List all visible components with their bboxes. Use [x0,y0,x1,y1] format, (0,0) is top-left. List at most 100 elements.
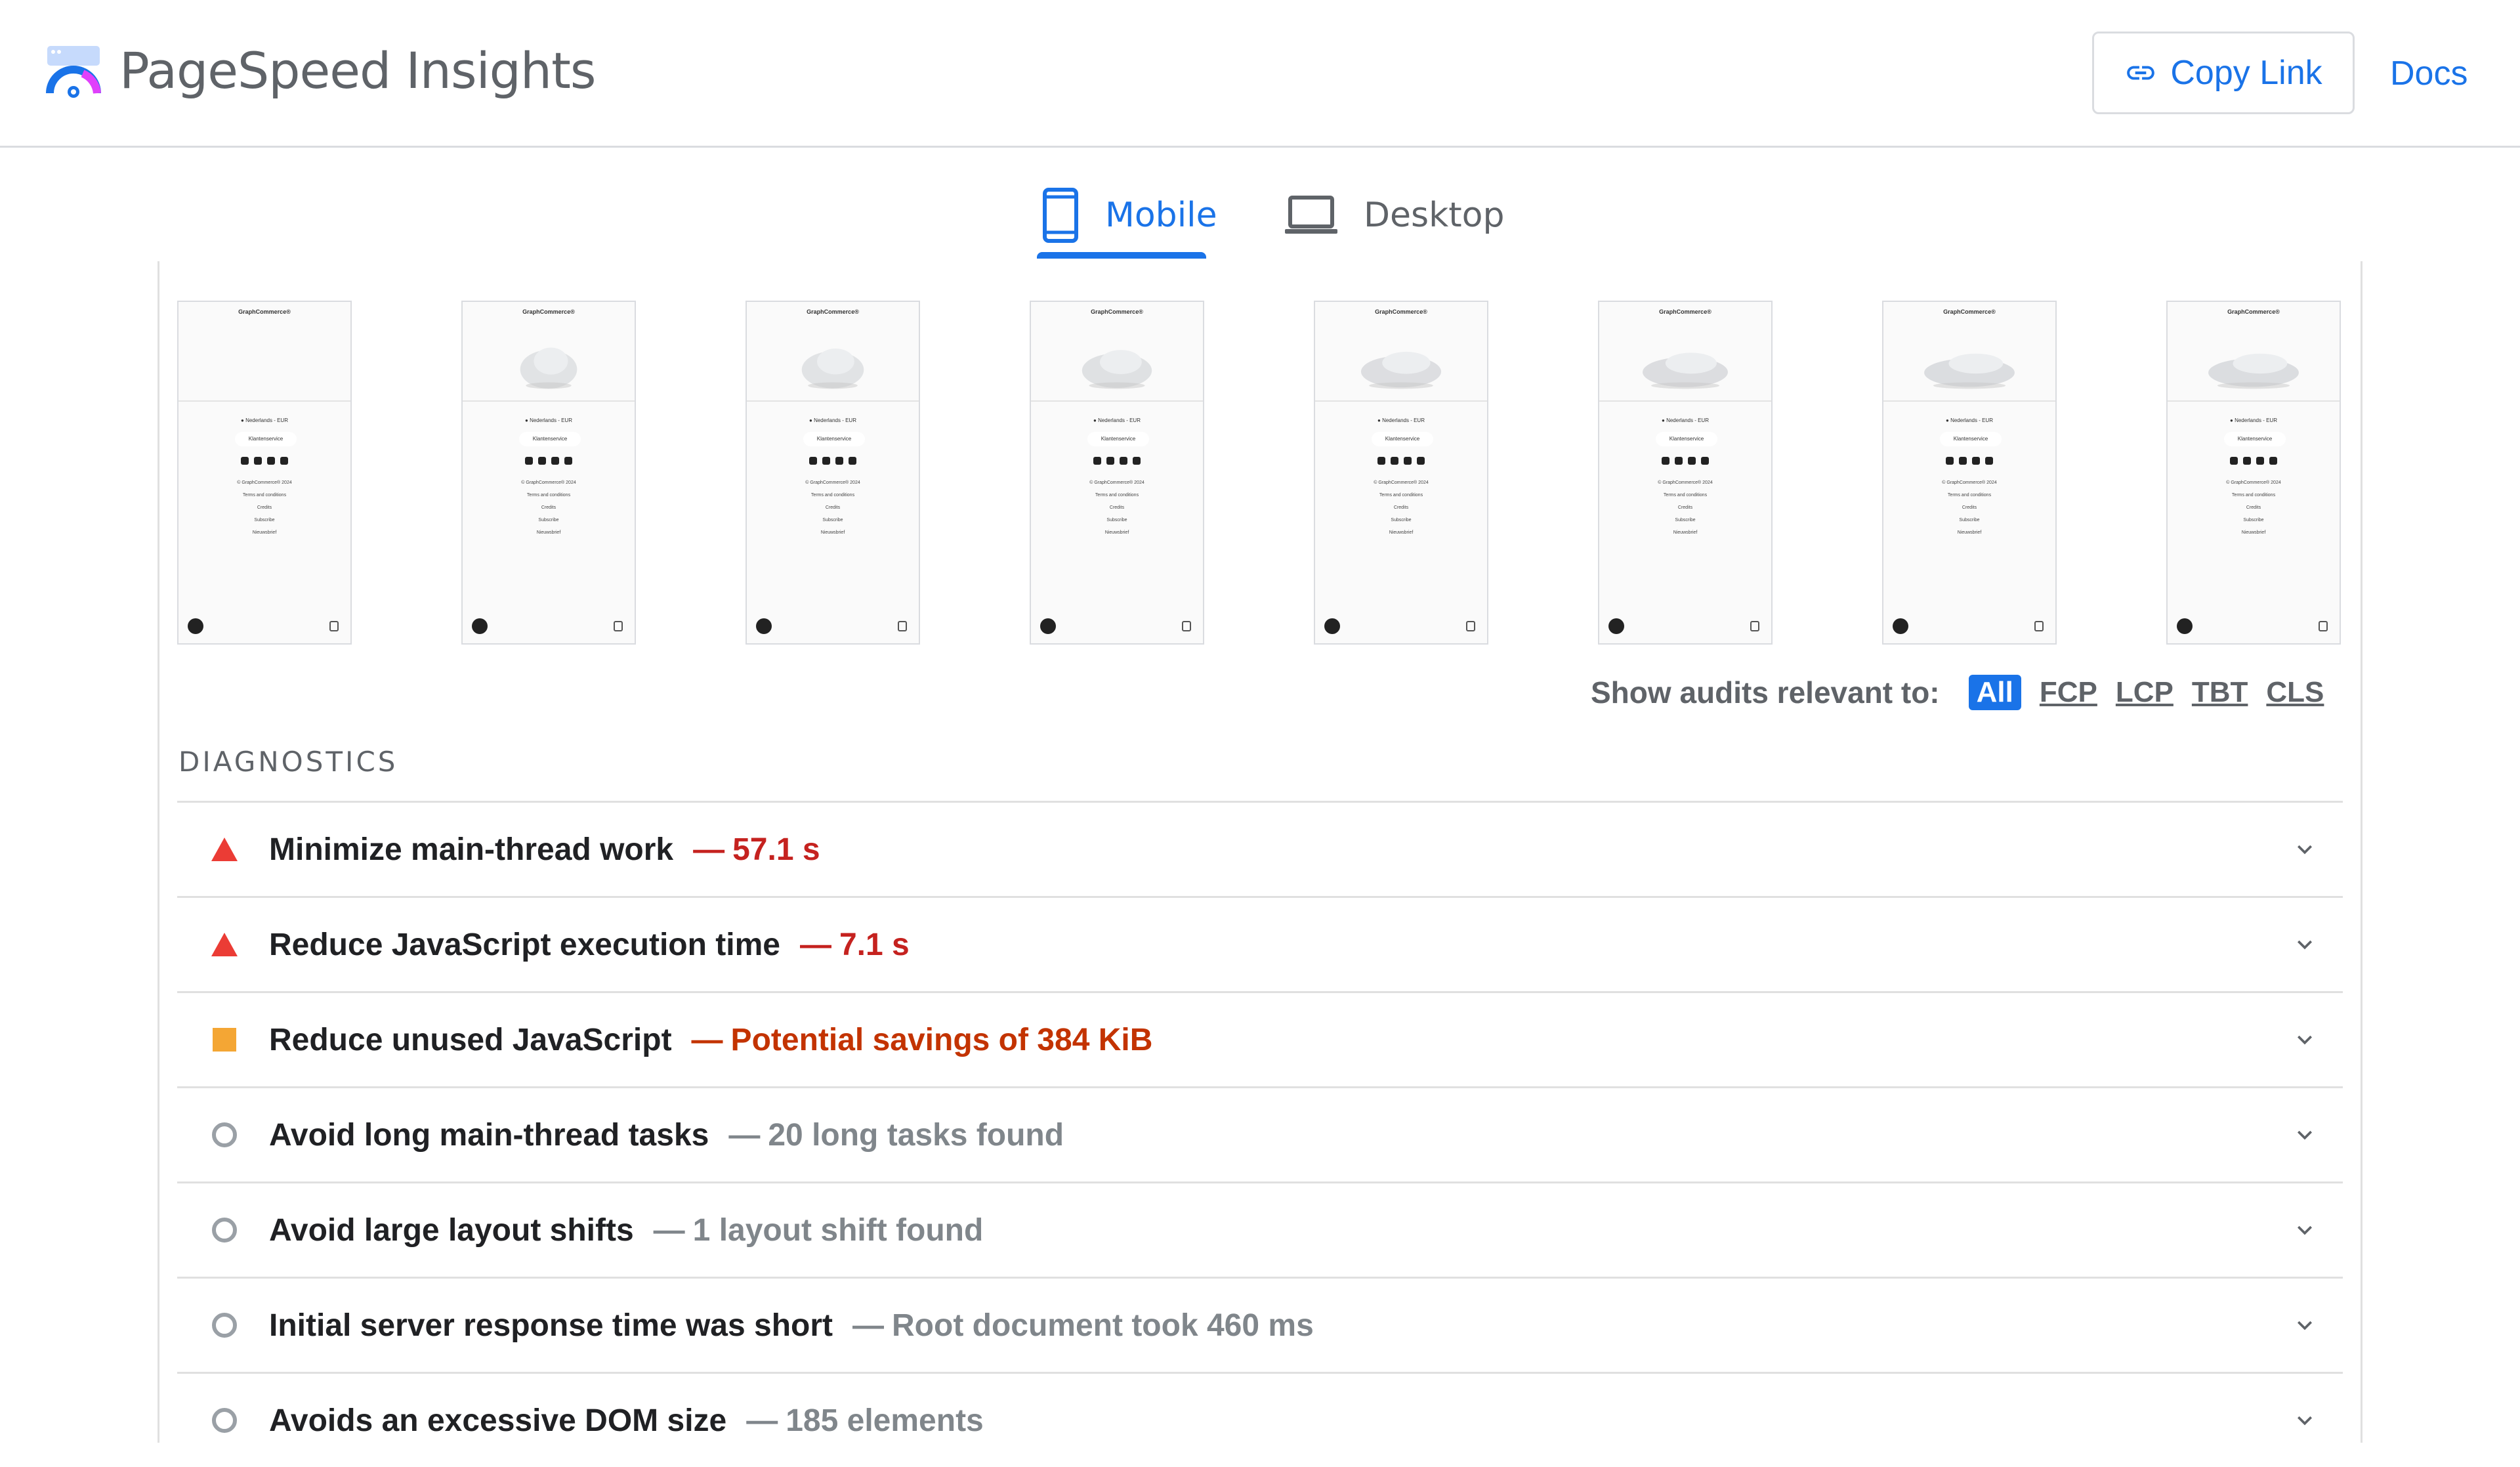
frame-language: ● Nederlands - EUR [1377,417,1425,423]
audit-value: 7.1 s [839,927,910,962]
audit-row[interactable]: Avoids an excessive DOM size —185 element… [177,1372,2343,1467]
audit-text: Avoids an excessive DOM size —185 element… [269,1403,984,1439]
copy-link-label: Copy Link [2170,54,2322,92]
frame-service-pill: Klantenservice [2224,432,2286,446]
frame-footer-links: © GraphCommerce® 2024 Terms and condition… [1089,480,1144,535]
tab-desktop[interactable]: Desktop [1285,176,1504,255]
frame-footer-links: © GraphCommerce® 2024 Terms and condition… [805,480,860,535]
audit-title: Reduce unused JavaScript [269,1022,672,1057]
frame-language: ● Nederlands - EUR [525,417,572,423]
filmstrip-frame: GraphCommerce® ● Nederlands - EUR Klantens… [746,301,920,645]
audit-separator: — [728,1117,761,1153]
audit-row[interactable]: Initial server response time was short — R… [177,1277,2343,1372]
docs-link[interactable]: Docs [2390,49,2468,98]
audit-text: Initial server response time was short — R… [269,1308,1314,1344]
frame-service-pill: Klantenservice [1087,432,1149,446]
audit-title: Minimize main-thread work [269,832,674,867]
chevron-down-icon[interactable] [2290,1406,2319,1435]
audit-row[interactable]: Reduce JavaScript execution time —7.1 s [177,896,2343,991]
audit-value: Root document took 460 ms [892,1308,1314,1343]
audit-separator: — [852,1308,885,1343]
red-triangle-icon [211,933,238,956]
frame-social-icons [747,457,919,465]
shoe-image [801,348,864,389]
app-title: PageSpeed Insights [119,41,596,100]
frame-divider [2168,400,2340,402]
audit-row[interactable]: Avoid large layout shifts —1 layout shift… [177,1181,2343,1277]
app-header: PageSpeed Insights Copy Link Docs [0,0,2520,148]
chevron-down-icon[interactable] [2290,1025,2319,1054]
frame-divider [1031,400,1203,402]
frame-brand: GraphCommerce® [1659,308,1712,315]
frame-menu-icon [1893,618,1908,634]
frame-footer-links: © GraphCommerce® 2024 Terms and condition… [2226,480,2281,535]
filter-option-cls[interactable]: CLS [2266,676,2324,709]
audit-title: Reduce JavaScript execution time [269,927,780,962]
audit-row[interactable]: Avoid long main-thread tasks —20 long tas… [177,1086,2343,1181]
shoe-image [2208,353,2299,389]
audit-text: Avoid long main-thread tasks —20 long tas… [269,1117,1064,1153]
filter-option-lcp[interactable]: LCP [2116,676,2174,709]
frame-brand: GraphCommerce® [1091,308,1143,315]
frame-menu-icon [472,618,488,634]
frame-service-pill: Klantenservice [1372,432,1433,446]
frame-social-icons [1599,457,1771,465]
frame-social-icons [178,457,350,465]
filmstrip-frame: GraphCommerce® ● Nederlands - EUR Klantens… [1030,301,1204,645]
audit-text: Reduce JavaScript execution time —7.1 s [269,927,910,963]
frame-cart-icon [2034,621,2044,631]
shoe-image [1082,350,1152,389]
frame-cart-icon [614,621,623,631]
audit-filter: Show audits relevant to: All FCP LCP TBT… [1591,670,2324,715]
frame-menu-icon [2177,618,2193,634]
frame-service-pill: Klantenservice [235,432,297,446]
frame-brand: GraphCommerce® [2227,308,2280,315]
audit-value: 1 layout shift found [692,1212,984,1248]
frame-social-icons [2168,457,2340,465]
pagespeed-logo-icon[interactable] [43,42,104,102]
audit-title: Avoid long main-thread tasks [269,1117,709,1153]
frame-social-icons [1031,457,1203,465]
tab-mobile[interactable]: Mobile [1042,176,1217,255]
audit-row[interactable]: Minimize main-thread work —57.1 s [177,801,2343,896]
frame-divider [1315,400,1487,402]
frame-menu-icon [1324,618,1340,634]
gray-circle-icon [212,1313,237,1338]
frame-language: ● Nederlands - EUR [809,417,856,423]
audit-title: Initial server response time was short [269,1308,833,1343]
frame-service-pill: Klantenservice [519,432,581,446]
orange-square-icon [213,1028,236,1052]
audit-row[interactable]: Reduce unused JavaScript — Potential savin… [177,991,2343,1086]
shoe-image [1924,353,2015,389]
frame-divider [747,400,919,402]
filmstrip-frame: GraphCommerce® ● Nederlands - EUR Klantens… [2166,301,2341,645]
chevron-down-icon[interactable] [2290,930,2319,959]
frame-cart-icon [329,621,339,631]
chevron-down-icon[interactable] [2290,1311,2319,1340]
smartphone-icon [1043,188,1078,243]
gray-circle-icon [212,1408,237,1433]
filter-option-tbt[interactable]: TBT [2192,676,2248,709]
frame-brand: GraphCommerce® [1943,308,1996,315]
frame-language: ● Nederlands - EUR [1946,417,1993,423]
frame-footer-links: © GraphCommerce® 2024 Terms and condition… [521,480,576,535]
frame-cart-icon [1466,621,1475,631]
chevron-down-icon[interactable] [2290,835,2319,864]
audit-separator: — [653,1212,685,1248]
chevron-down-icon[interactable] [2290,1120,2319,1149]
frame-language: ● Nederlands - EUR [241,417,288,423]
frame-menu-icon [1608,618,1624,634]
frame-brand: GraphCommerce® [238,308,291,315]
filter-option-all[interactable]: All [1968,675,2021,710]
audit-separator: — [691,1022,723,1057]
filmstrip-frame: GraphCommerce® ● Nederlands - EUR Klantens… [177,301,352,645]
active-tab-indicator [1037,252,1206,259]
frame-service-pill: Klantenservice [1940,432,2002,446]
audit-text: Reduce unused JavaScript — Potential savin… [269,1022,1152,1058]
copy-link-button[interactable]: Copy Link [2092,32,2355,114]
diagnostics-list: Minimize main-thread work —57.1 s Reduce J… [177,801,2343,1467]
frame-cart-icon [898,621,907,631]
audit-value: 20 long tasks found [768,1117,1064,1153]
filter-option-fcp[interactable]: FCP [2040,676,2097,709]
chevron-down-icon[interactable] [2290,1216,2319,1244]
